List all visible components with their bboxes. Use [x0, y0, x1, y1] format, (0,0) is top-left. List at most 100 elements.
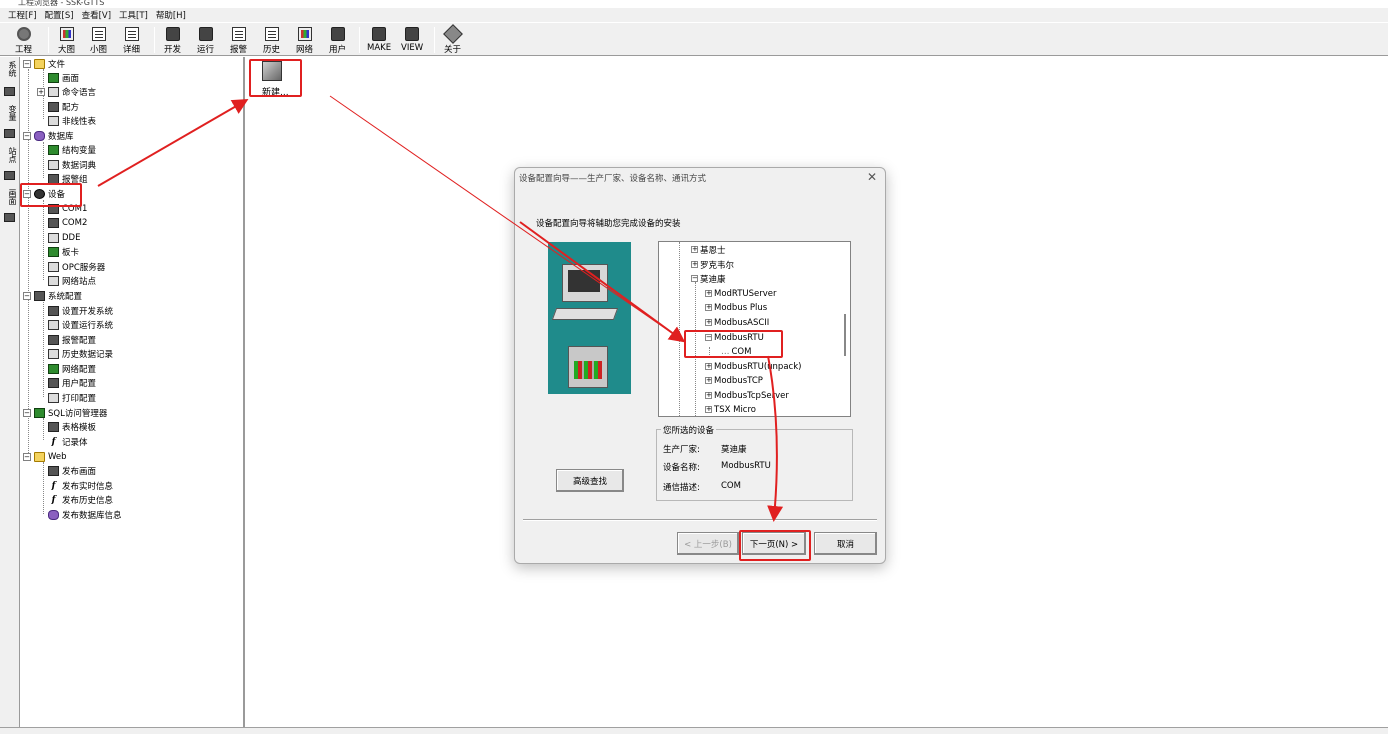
- side-tab-screens[interactable]: 画面: [2, 189, 17, 205]
- advanced-search-button[interactable]: 高级查找: [556, 469, 624, 492]
- tree-item-publish-screen[interactable]: 发布画面: [48, 464, 96, 478]
- tree-item-user-config[interactable]: 用户配置: [48, 376, 96, 390]
- device-tree-item[interactable]: + Modbus Plus: [705, 301, 767, 314]
- device-tree-item-modbusrtu[interactable]: − ModbusRTU: [705, 331, 764, 344]
- tree-connector: [679, 242, 680, 416]
- device-name-value: ModbusRTU: [721, 461, 771, 471]
- dev-system-icon: [48, 306, 59, 316]
- tree-item-board[interactable]: 板卡: [48, 245, 79, 259]
- new-device-icon[interactable]: [262, 61, 282, 81]
- serial-port-icon: [48, 204, 59, 214]
- tree-item-com2[interactable]: COM2: [48, 216, 87, 230]
- tree-connector: [43, 462, 44, 514]
- tree-item-com1[interactable]: COM1: [48, 202, 87, 216]
- tree-item-table-template[interactable]: 表格模板: [48, 420, 96, 434]
- tree-item-screen[interactable]: 画面: [48, 71, 79, 85]
- side-tab-system[interactable]: 系统: [2, 61, 17, 77]
- menu-view[interactable]: 查看[V]: [82, 9, 111, 21]
- tree-item-history-record[interactable]: 历史数据记录: [48, 347, 113, 361]
- tree-connector: [43, 142, 44, 178]
- previous-button[interactable]: < 上一步(B): [677, 532, 739, 555]
- device-tree-item[interactable]: + ModbusRTU(unpack): [705, 360, 801, 373]
- window-title: 工程浏览器 - SSK-GTTS: [18, 0, 105, 7]
- project-tree: − 文件 画面 + 命令语言 配方 非线性表 − 数据库 结构变量 数据词典 报警组 …: [20, 57, 245, 727]
- device-tree-item[interactable]: − 莫迪康: [691, 272, 726, 285]
- tree-item-web[interactable]: − Web: [23, 450, 67, 464]
- alarm-config-icon: [48, 335, 59, 345]
- menu-config[interactable]: 配置[S]: [45, 9, 74, 21]
- function-icon: f: [51, 481, 56, 491]
- tree-item-run-system[interactable]: 设置运行系统: [48, 318, 113, 332]
- next-button[interactable]: 下一页(N) >: [742, 532, 806, 555]
- dialog-intro-text: 设备配置向导将辅助您完成设备的安装: [536, 219, 681, 229]
- tree-item-record[interactable]: f 记录体: [48, 435, 88, 449]
- new-device-label[interactable]: 新建...: [262, 85, 289, 98]
- tree-item-alarm-group[interactable]: 报警组: [48, 172, 88, 186]
- device-tree[interactable]: + 基恩士 + 罗克韦尔 − 莫迪康 + ModRTUServer + Modbus Pl…: [658, 241, 851, 417]
- data-dictionary-icon: [48, 160, 59, 170]
- menu-project[interactable]: 工程[F]: [8, 9, 37, 21]
- tree-item-data-dictionary[interactable]: 数据词典: [48, 158, 96, 172]
- cancel-button[interactable]: 取消: [814, 532, 877, 555]
- device-tree-item[interactable]: + ModRTUServer: [705, 287, 777, 300]
- folder-icon: [34, 452, 45, 462]
- tree-item-struct-variable[interactable]: 结构变量: [48, 143, 96, 157]
- run-icon: [198, 27, 213, 41]
- device-tree-item[interactable]: + TSX Micro: [705, 403, 756, 416]
- tree-item-dde[interactable]: DDE: [48, 231, 80, 245]
- tree-item-alarm-config[interactable]: 报警配置: [48, 333, 96, 347]
- tree-item-command-language[interactable]: + 命令语言: [37, 85, 96, 99]
- toolbar-view-button[interactable]: VIEW: [401, 25, 423, 55]
- tree-item-device[interactable]: − 设备: [23, 187, 65, 201]
- tree-item-system-config[interactable]: − 系统配置: [23, 289, 82, 303]
- toolbar-user-button[interactable]: 用户: [329, 25, 346, 55]
- tree-item-opc-server[interactable]: OPC服务器: [48, 260, 105, 274]
- side-tab-variables[interactable]: 变量: [2, 105, 17, 121]
- device-tree-item[interactable]: + 罗克韦尔: [691, 258, 734, 271]
- toolbar-about-button[interactable]: 关于: [442, 24, 463, 55]
- menu-tools[interactable]: 工具[T]: [119, 9, 148, 21]
- device-tree-item[interactable]: + ModbusTcpServer: [705, 389, 789, 402]
- device-tree-item[interactable]: + ModbusTCP: [705, 374, 763, 387]
- toolbar-project-button[interactable]: 工程: [15, 25, 32, 55]
- tree-item-publish-database[interactable]: 发布数据库信息: [48, 508, 122, 522]
- tree-item-file[interactable]: − 文件: [23, 57, 65, 71]
- tree-connector: [28, 69, 29, 461]
- device-tree-scrollbar[interactable]: [844, 314, 846, 356]
- toolbar-alarm-button[interactable]: 报警: [230, 25, 247, 55]
- toolbar-make-button[interactable]: MAKE: [367, 25, 391, 55]
- side-tab-stations[interactable]: 站点: [2, 147, 17, 163]
- tree-item-dev-system[interactable]: 设置开发系统: [48, 304, 113, 318]
- toolbar-network-button[interactable]: 网络: [296, 25, 313, 55]
- tree-item-recipe[interactable]: 配方: [48, 100, 79, 114]
- tree-item-database[interactable]: − 数据库: [23, 129, 74, 143]
- device-tree-item-com[interactable]: … COM: [721, 345, 751, 358]
- close-icon[interactable]: ✕: [867, 170, 877, 184]
- database-icon: [34, 131, 45, 141]
- menu-bar: 工程[F] 配置[S] 查看[V] 工具[T] 帮助[H]: [0, 8, 1388, 22]
- sql-icon: [34, 408, 45, 418]
- tree-item-network-config[interactable]: 网络配置: [48, 362, 96, 376]
- database-icon: [48, 510, 59, 520]
- computer-monitor-icon: [562, 264, 608, 302]
- tree-item-nonlinear-table[interactable]: 非线性表: [48, 114, 96, 128]
- toolbar-history-button[interactable]: 历史: [263, 25, 280, 55]
- side-tab-strip: 系统 变量 站点 画面: [0, 57, 20, 727]
- tree-item-network-station[interactable]: 网络站点: [48, 274, 96, 288]
- opc-server-icon: [48, 262, 59, 272]
- toolbar-large-icons-button[interactable]: 大图: [58, 25, 75, 55]
- toolbar-develop-button[interactable]: 开发: [164, 25, 181, 55]
- toolbar-details-button[interactable]: 详细: [123, 25, 140, 55]
- toolbar-small-icons-button[interactable]: 小图: [90, 25, 107, 55]
- toolbar-run-button[interactable]: 运行: [197, 25, 214, 55]
- tree-item-publish-realtime[interactable]: f 发布实时信息: [48, 479, 113, 493]
- tree-item-print-config[interactable]: 打印配置: [48, 391, 96, 405]
- device-tree-item[interactable]: + ModbusASCII: [705, 316, 769, 329]
- tree-connector: [43, 302, 44, 397]
- device-tree-item[interactable]: + 基恩士: [691, 243, 726, 256]
- selected-device-group: 您所选的设备 生产厂家: 莫迪康 设备名称: ModbusRTU 通信描述: C…: [656, 424, 853, 501]
- tree-item-publish-history[interactable]: f 发布历史信息: [48, 493, 113, 507]
- menu-help[interactable]: 帮助[H]: [156, 9, 186, 21]
- small-icons-icon: [91, 27, 106, 41]
- tree-item-sql-manager[interactable]: − SQL访问管理器: [23, 406, 107, 420]
